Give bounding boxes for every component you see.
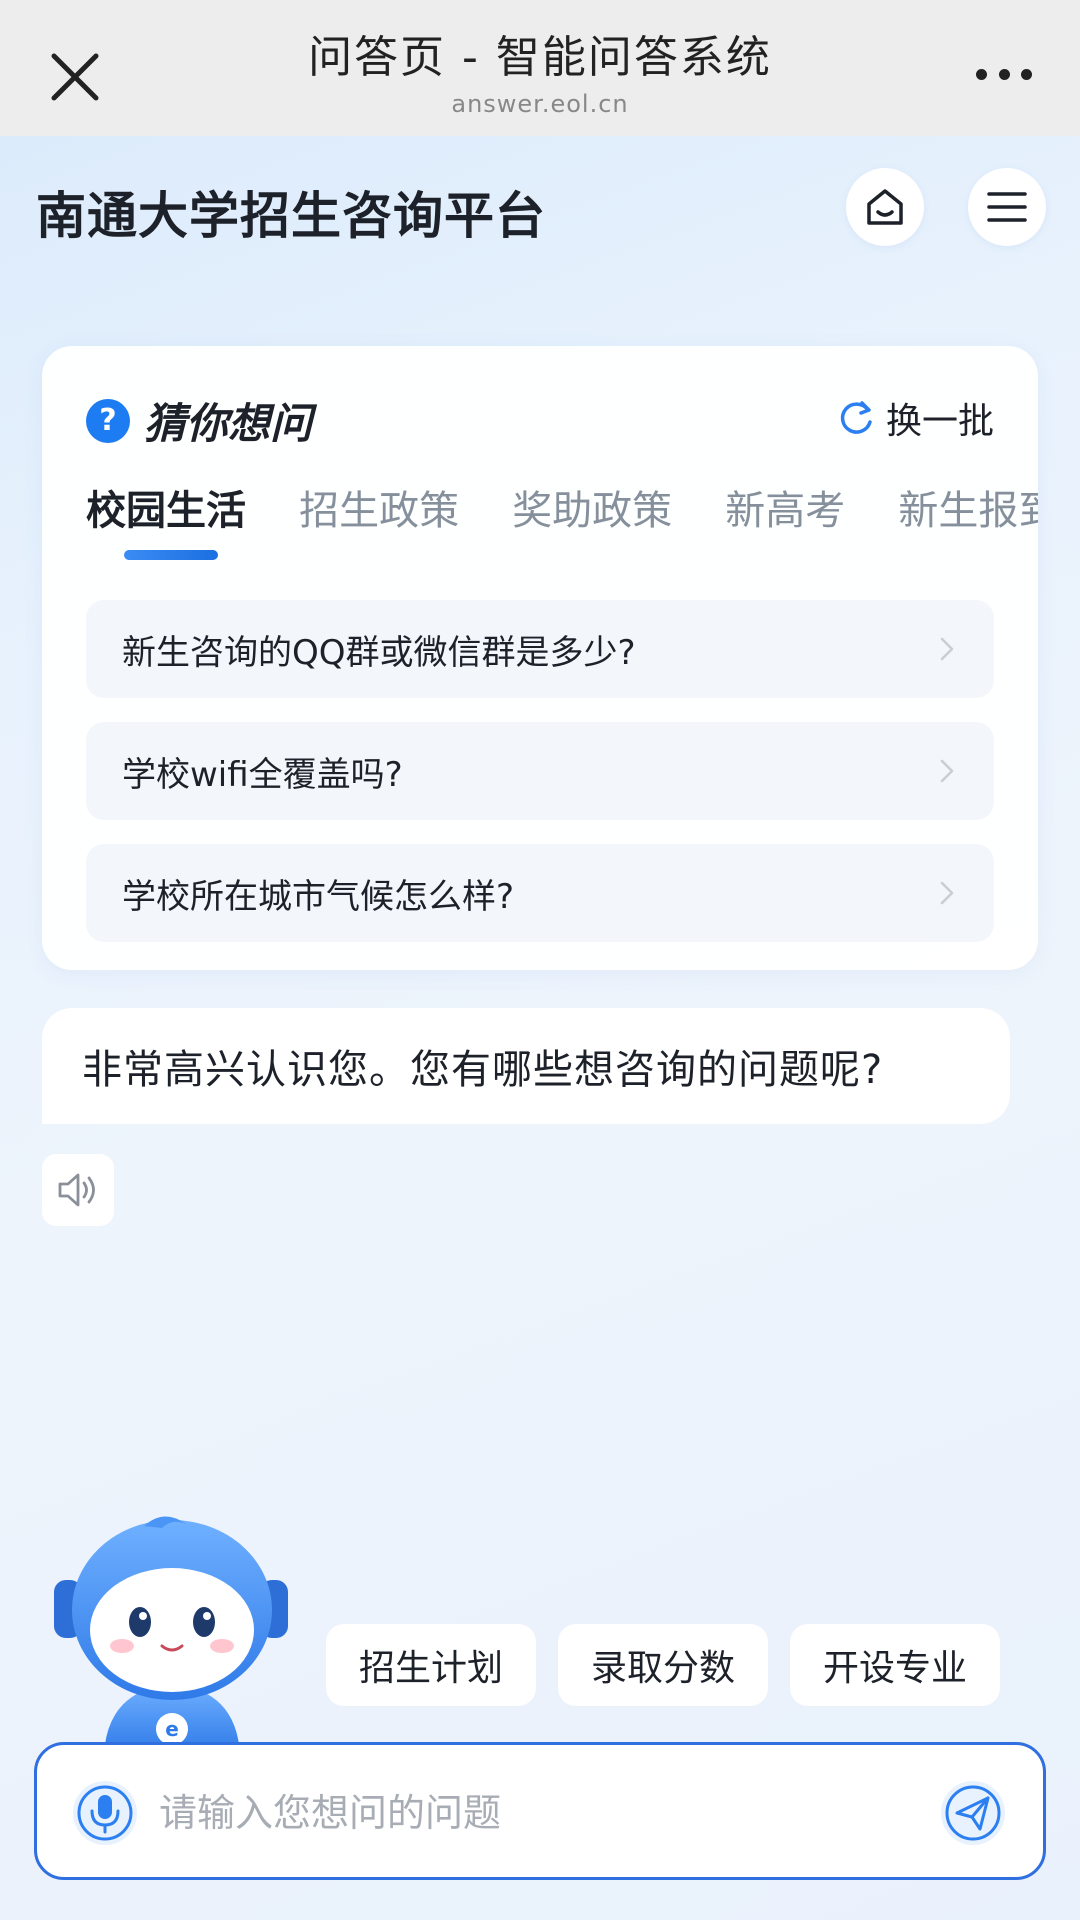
chat-input-bar <box>34 1742 1046 1880</box>
site-title: 南通大学招生咨询平台 <box>36 187 546 245</box>
category-tabs: 校园生活 招生政策 奖助政策 新高考 新生报到 <box>86 478 1038 536</box>
bot-message-bubble: 非常高兴认识您。您有哪些想咨询的问题呢? <box>42 1008 1010 1124</box>
more-button[interactable] <box>976 64 1032 84</box>
page-url: answer.eol.cn <box>451 90 629 118</box>
play-audio-button[interactable] <box>42 1154 114 1226</box>
tab-freshman-registration[interactable]: 新生报到 <box>898 478 1038 536</box>
page-title: 问答页 - 智能问答系统 <box>308 32 772 83</box>
send-icon <box>941 1781 1005 1845</box>
tab-new-gaokao[interactable]: 新高考 <box>725 478 845 536</box>
suggested-question[interactable]: 学校所在城市气候怎么样? <box>86 844 994 942</box>
quick-chip-majors[interactable]: 开设专业 <box>790 1624 1000 1706</box>
active-tab-indicator <box>124 550 218 560</box>
card-header: ? 猜你想问 <box>86 390 312 451</box>
question-mark-icon: ? <box>86 398 130 443</box>
speaker-icon <box>58 1173 95 1207</box>
question-text: 学校所在城市气候怎么样? <box>122 876 515 917</box>
question-text: 学校wifi全覆盖吗? <box>122 754 403 795</box>
menu-icon <box>987 192 1027 222</box>
tab-financial-aid[interactable]: 奖助政策 <box>512 478 672 536</box>
suggested-questions-card: ? 猜你想问 换一批 校园生活 招生政策 奖助政策 新高考 新生报到 新生咨询的… <box>42 346 1038 970</box>
svg-text:e: e <box>165 1717 179 1741</box>
tab-campus-life[interactable]: 校园生活 <box>86 478 246 536</box>
tab-admission-policy[interactable]: 招生政策 <box>299 478 459 536</box>
home-icon <box>867 189 903 225</box>
bot-message-text: 非常高兴认识您。您有哪些想咨询的问题呢? <box>82 1047 884 1093</box>
refresh-batch-button[interactable]: 换一批 <box>836 392 994 444</box>
suggested-question[interactable]: 新生咨询的QQ群或微信群是多少? <box>86 600 994 698</box>
card-title: 猜你想问 <box>144 399 313 448</box>
quick-chip-enrollment-plan[interactable]: 招生计划 <box>326 1624 536 1706</box>
more-icon <box>976 68 987 80</box>
refresh-label: 换一批 <box>885 401 994 442</box>
robot-mascot-icon: e <box>54 1516 288 1754</box>
send-button[interactable] <box>939 1779 1007 1847</box>
chat-page: 南通大学招生咨询平台 ? 猜你想问 换一批 校园生活 招生政策 奖助政策 新高考… <box>0 136 1080 1920</box>
close-icon <box>51 53 99 101</box>
chevron-right-icon <box>940 881 954 905</box>
question-text: 新生咨询的QQ群或微信群是多少? <box>122 632 636 673</box>
browser-title-block: 问答页 - 智能问答系统 answer.eol.cn <box>240 30 840 118</box>
home-button[interactable] <box>846 168 924 246</box>
refresh-icon <box>840 401 872 434</box>
browser-top-bar: 问答页 - 智能问答系统 answer.eol.cn <box>0 0 1080 136</box>
voice-input-button[interactable] <box>71 1779 139 1847</box>
chevron-right-icon <box>940 759 954 783</box>
menu-button[interactable] <box>968 168 1046 246</box>
suggested-question[interactable]: 学校wifi全覆盖吗? <box>86 722 994 820</box>
question-input[interactable] <box>159 1779 929 1847</box>
quick-chip-admission-scores[interactable]: 录取分数 <box>558 1624 768 1706</box>
microphone-icon <box>73 1781 137 1845</box>
close-button[interactable] <box>46 48 104 106</box>
chevron-right-icon <box>940 637 954 661</box>
